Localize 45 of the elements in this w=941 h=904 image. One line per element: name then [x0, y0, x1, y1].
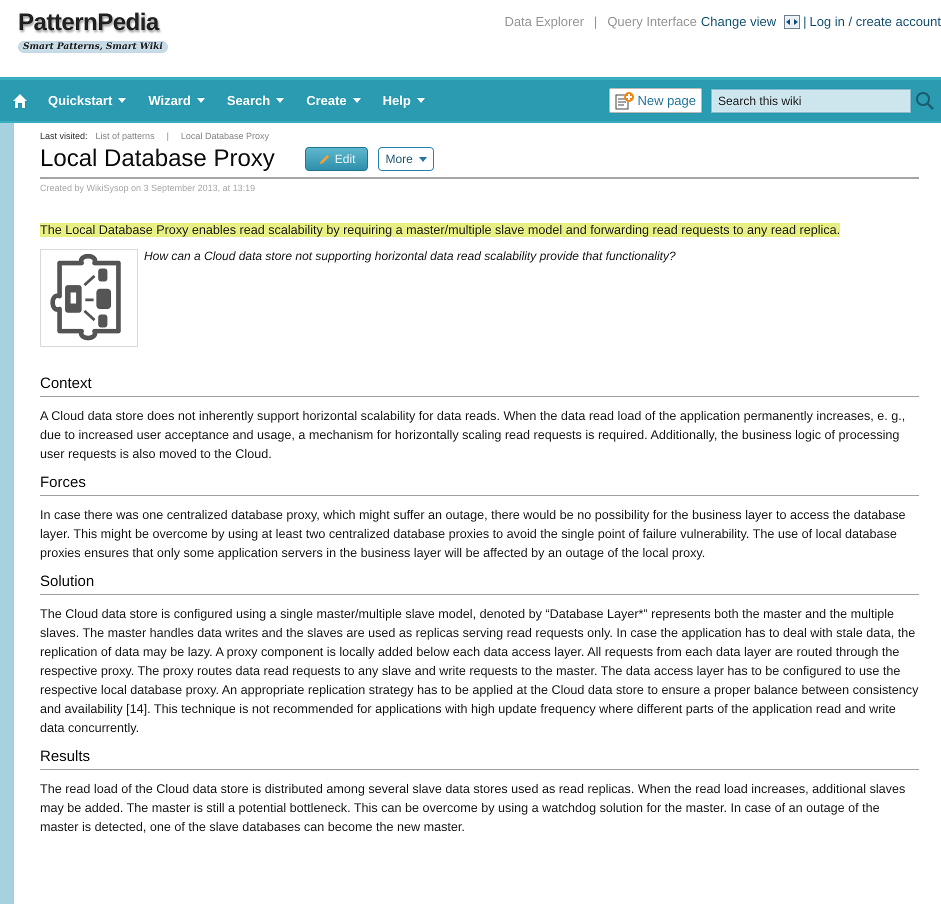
menu-button[interactable]: Help [382, 93, 425, 108]
problem-question: How can a Cloud data store not supporting horizontal data read scalability provide that functionality? [144, 249, 676, 263]
pattern-icon [40, 249, 138, 347]
pencil-icon [318, 152, 331, 166]
separator: | [166, 131, 170, 141]
section-text: The read load of the Cloud data store is distributed among several slave data stores used as read replicas. When the read load increases, additional slaves may be added. The master is still a potential bottleneck. This can be overcome by using a watchdog solution for the master. In case of an outage of the master is detected, one of the slave databases can become the new master. [40, 781, 906, 836]
summary-text: The Local Database Proxy enables read scalability by requiring a master/multiple slave model and forwarding read requests to any read replica. [40, 223, 840, 237]
section-heading: Context [40, 375, 919, 397]
section-heading: Forces [40, 474, 919, 496]
expand-icon[interactable] [784, 14, 800, 28]
header-link[interactable]: Query Interface [607, 14, 697, 29]
breadcrumb-link[interactable]: List of patterns [96, 131, 155, 141]
separator: | [803, 14, 806, 29]
section-heading: Results [40, 748, 919, 770]
caret-icon [276, 98, 284, 103]
header-link[interactable]: Data Explorer [504, 14, 584, 29]
header-link[interactable]: Change view [700, 14, 776, 29]
caret-icon [196, 98, 205, 103]
caret-icon [418, 156, 427, 162]
section-text: The Cloud data store is configured using a single master/multiple slave model, denoted by “Database Layer*” represents both the master and the multiple slaves. The master handles data writes and the slaves are used as replicas serving read requests only. In case the application has to deal with stale data, the replication of data may be lazy. A proxy component is locally added below each data access layer. All requests from each data layer are routed through the respective proxy. The proxy routes data read requests to any slave and write requests to the master. The data access layer has to be configured to use the respective local database proxy. An appropriate replication strategy has to be applied at the Cloud data store to ensure a proper balance between consistency and availability [14]. This technique is not recommended for applications with high update frequency where different parts of the application read and write data concurrently. [40, 606, 919, 737]
breadcrumb-label: Last visited: [40, 131, 88, 141]
menu-button[interactable]: Search [226, 93, 284, 108]
caret-icon [352, 98, 361, 103]
home-icon[interactable] [12, 92, 28, 108]
new-page-icon [615, 92, 636, 110]
logo[interactable]: PatternPedia [18, 10, 168, 36]
caret-icon [118, 98, 126, 103]
more-button[interactable]: More [378, 147, 434, 171]
edit-button[interactable]: Edit [304, 147, 368, 171]
page-title: Local Database Proxy [40, 145, 275, 173]
new-page-button[interactable]: New page [609, 88, 702, 113]
menu-button[interactable]: Wizard [148, 93, 205, 108]
section-text: A Cloud data store does not inherently support horizontal scalability for data reads. When the data read load of the application permanently increases, e. g., due to increased user acceptance and usage, a mechanism for horizontally scaling read requests is required. Additionally, the business logic of processing user requests is also moved to the Cloud. [40, 408, 906, 463]
separator: | [594, 14, 598, 29]
caret-icon [416, 98, 425, 103]
menu-button[interactable]: Create [306, 93, 361, 108]
search-field[interactable]: Search this wiki [711, 88, 911, 112]
tagline: Smart Patterns, Smart Wiki [18, 41, 168, 53]
breadcrumb-link[interactable]: Local Database Proxy [180, 131, 269, 141]
search-icon[interactable] [915, 90, 935, 110]
menu-button[interactable]: Quickstart [48, 93, 126, 108]
creation-info: Created by WikiSysop on 3 September 2013, at 13:19 [40, 183, 256, 193]
section-heading: Solution [40, 573, 919, 595]
section-text: In case there was one centralized database proxy, which might suffer an outage, there would be no possibility for the business layer to access the database layer. This might be overcome by using at least two centralized database proxies to avoid the single point of failure vulnerability. The use of local database proxies ensures that only some application servers in the business layer will be affected by an outage of the local proxy. [40, 507, 907, 562]
header-link[interactable]: Log in / create account [809, 14, 941, 29]
